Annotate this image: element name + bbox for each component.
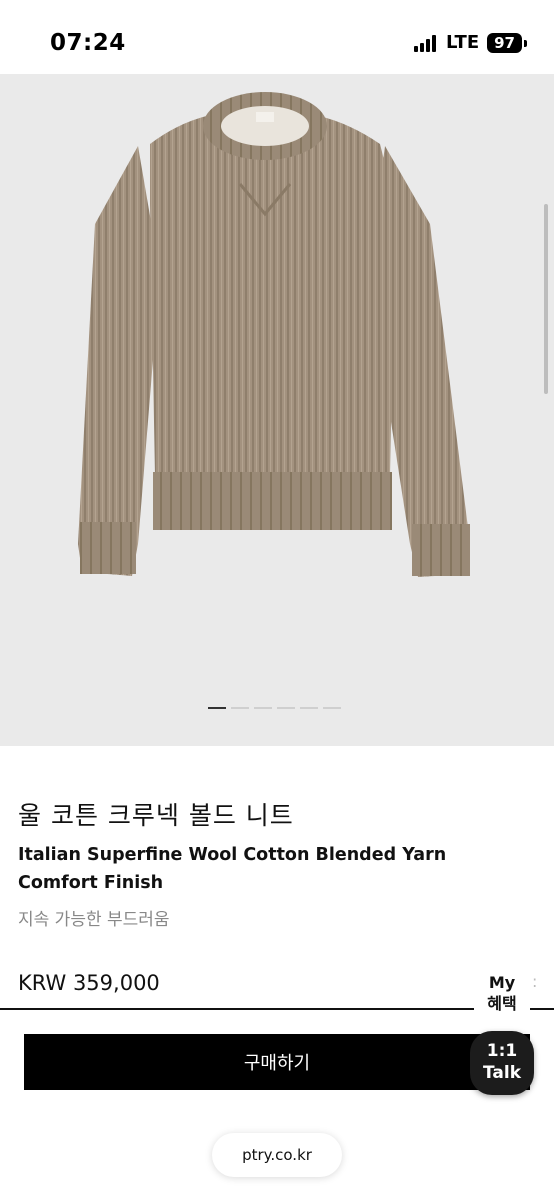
my-benefit-line1: My bbox=[488, 973, 516, 992]
product-subtitle: Italian Superfine Wool Cotton Blended Ya… bbox=[18, 845, 447, 893]
battery-icon: 97 bbox=[487, 32, 527, 53]
carousel-dot[interactable] bbox=[254, 707, 272, 709]
browser-url-bar[interactable]: ptry.co.kr bbox=[212, 1133, 342, 1177]
talk-line2: Talk bbox=[482, 1063, 521, 1083]
signal-icon bbox=[414, 34, 438, 52]
status-bar: 07:24 LTE 97 bbox=[0, 0, 554, 74]
side-marker: : bbox=[532, 972, 538, 991]
product-tagline: 지속 가능한 부드러움 bbox=[18, 910, 170, 930]
status-indicators: LTE 97 bbox=[414, 32, 527, 53]
my-benefit-line2: 혜택 bbox=[487, 994, 517, 1013]
carousel-dot[interactable] bbox=[300, 707, 318, 709]
divider bbox=[0, 1008, 476, 1010]
sweater-image bbox=[78, 92, 470, 577]
scrollbar[interactable] bbox=[544, 204, 548, 394]
carousel-dot[interactable] bbox=[231, 707, 249, 709]
one-on-one-talk-button[interactable]: 1:1 Talk bbox=[470, 1031, 534, 1095]
talk-line1: 1:1 bbox=[486, 1041, 518, 1061]
product-price: KRW 359,000 bbox=[18, 971, 160, 995]
carousel-dot[interactable] bbox=[277, 707, 295, 709]
my-benefit-button[interactable]: My 혜택 bbox=[474, 968, 530, 1022]
carousel-dot[interactable] bbox=[208, 707, 226, 709]
buy-button[interactable]: 구매하기 bbox=[24, 1034, 530, 1090]
product-image-carousel[interactable] bbox=[0, 74, 554, 746]
divider bbox=[530, 1008, 554, 1010]
carousel-dot[interactable] bbox=[323, 707, 341, 709]
product-title: 울 코튼 크루넥 볼드 니트 bbox=[18, 801, 294, 830]
carousel-dots bbox=[208, 707, 346, 709]
network-label: LTE bbox=[446, 32, 480, 53]
status-time: 07:24 bbox=[50, 30, 126, 56]
